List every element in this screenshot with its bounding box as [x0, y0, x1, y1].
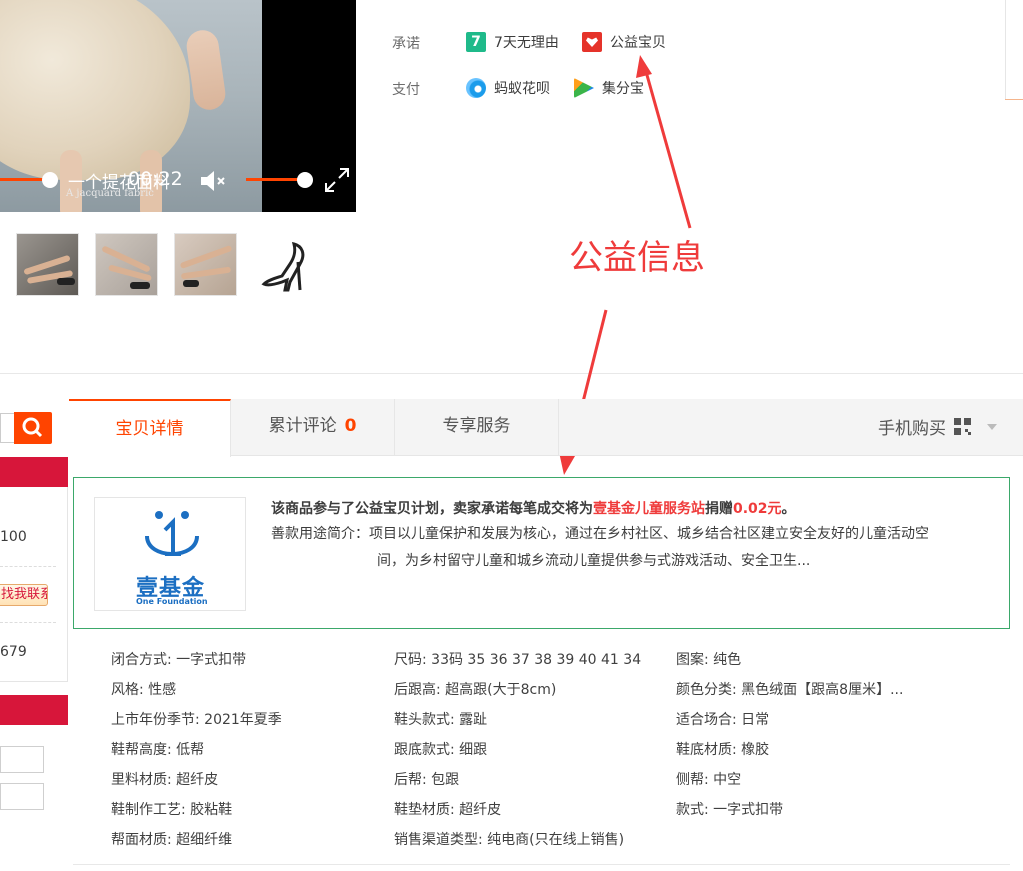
charity-statement: 该商品参与了公益宝贝计划，卖家承诺每笔成交将为壹基金儿童服务站捐赠0.02元。: [271, 498, 796, 518]
attributes-bottom-divider: [73, 864, 1010, 865]
qr-code-icon: [954, 418, 971, 435]
attribute-item: 闭合方式: 一字式扣带: [111, 652, 247, 668]
attribute-item: 后跟高: 超高跟(大于8cm): [394, 682, 557, 698]
payment-label: 支付: [392, 82, 420, 98]
thumbnail-2[interactable]: [95, 233, 158, 296]
huabei-badge[interactable]: 蚂蚁花呗: [466, 78, 550, 98]
smile-one-icon: [145, 511, 199, 556]
attribute-item: 侧帮: 中空: [676, 772, 742, 788]
shop-search-input[interactable]: [0, 413, 14, 443]
attribute-item: 尺码: 33码 35 36 37 38 39 40 41 34: [394, 652, 642, 668]
jifenbao-icon: [574, 78, 594, 98]
charity-description-line1: 善款用途简介：项目以儿童保护和发展为核心，通过在乡村社区、城乡结合社区建立安全友…: [271, 526, 929, 542]
shop-value-1: 100: [0, 529, 27, 545]
attribute-item: 里料材质: 超纤皮: [111, 772, 219, 788]
section-divider: [0, 373, 1023, 374]
attribute-item: 上市年份季节: 2021年夏季: [111, 712, 282, 728]
volume-handle[interactable]: [297, 172, 313, 188]
video-time: 00:22: [128, 168, 183, 190]
seven-days-text: 7天无理由: [494, 35, 559, 51]
thumbnail-1[interactable]: [16, 233, 79, 296]
review-count: 0: [344, 416, 357, 436]
attribute-item: 帮面材质: 超细纤维: [111, 832, 233, 848]
annotation-label: 公益信息: [569, 238, 705, 278]
thumbnail-3[interactable]: [174, 233, 237, 296]
charity-suffix: 。: [781, 501, 796, 517]
seven-days-badge[interactable]: 7 7天无理由: [466, 32, 559, 52]
price-min-input[interactable]: [0, 746, 44, 773]
product-video[interactable]: 一个提花面料 A jacquard fabric 00:22: [0, 0, 356, 212]
sidebar-divider: [0, 622, 56, 623]
thumbnail-4[interactable]: [253, 233, 316, 296]
tab-details[interactable]: 宝贝详情: [69, 399, 231, 457]
attribute-item: 适合场合: 日常: [676, 712, 770, 728]
charity-badge-text: 公益宝贝: [610, 35, 666, 51]
mobile-buy-button[interactable]: 手机购买: [878, 414, 997, 439]
charity-mid: 捐赠: [705, 501, 733, 517]
contact-button[interactable]: 找我联系: [0, 584, 48, 606]
tab-reviews-label: 累计评论: [268, 416, 337, 436]
charity-info-box: 壹基金 One Foundation 该商品参与了公益宝贝计划，卖家承诺每笔成交…: [73, 477, 1010, 629]
sidebar-header-1: [0, 457, 68, 487]
search-icon: [22, 417, 43, 438]
attribute-item: 鞋帮高度: 低帮: [111, 742, 205, 758]
attribute-item: 鞋垫材质: 超纤皮: [394, 802, 502, 818]
logo-text-en: One Foundation: [136, 597, 208, 606]
tab-services-label: 专享服务: [442, 416, 511, 436]
tab-details-label: 宝贝详情: [115, 419, 184, 439]
sidebar-divider: [0, 566, 56, 567]
shop-search-button[interactable]: [14, 412, 52, 444]
charity-heart-icon: [582, 32, 602, 52]
charity-description-line2: 间，为乡村留守儿童和城乡流动儿童提供参与式游戏活动、安全卫生...: [377, 553, 811, 569]
attribute-item: 鞋底材质: 橡胶: [676, 742, 770, 758]
one-foundation-logo: 壹基金 One Foundation: [94, 497, 246, 611]
fullscreen-icon[interactable]: [323, 166, 351, 194]
attribute-item: 风格: 性感: [111, 682, 177, 698]
shop-value-2: 679: [0, 644, 27, 660]
jifenbao-text: 集分宝: [602, 81, 644, 97]
attribute-item: 跟底款式: 细跟: [394, 742, 488, 758]
tab-services[interactable]: 专享服务: [395, 399, 559, 456]
seven-days-icon: 7: [466, 32, 486, 52]
attribute-item: 图案: 纯色: [676, 652, 742, 668]
arrow-up-icon: [636, 55, 692, 229]
charity-prefix: 该商品参与了公益宝贝计划，卖家承诺每笔成交将为: [271, 501, 593, 517]
charity-org-link[interactable]: 壹基金儿童服务站: [593, 501, 705, 517]
mute-icon[interactable]: [199, 168, 229, 194]
tab-reviews[interactable]: 累计评论 0: [231, 399, 395, 456]
attribute-item: 颜色分类: 黑色绒面【跟高8厘米】...: [676, 682, 904, 698]
charity-badge[interactable]: 公益宝贝: [582, 32, 666, 52]
attribute-item: 款式: 一字式扣带: [676, 802, 784, 818]
video-progress-handle[interactable]: [42, 172, 58, 188]
promise-label: 承诺: [392, 36, 420, 52]
jifenbao-badge[interactable]: 集分宝: [574, 78, 644, 98]
charity-amount: 0.02元: [733, 501, 782, 517]
huabei-text: 蚂蚁花呗: [494, 81, 550, 97]
mobile-buy-label: 手机购买: [878, 419, 946, 439]
attribute-item: 后帮: 包跟: [394, 772, 460, 788]
attribute-item: 销售渠道类型: 纯电商(只在线上销售): [394, 832, 625, 848]
attribute-item: 鞋制作工艺: 胶粘鞋: [111, 802, 233, 818]
chevron-down-icon: [987, 423, 997, 430]
sidebar-header-2: [0, 695, 68, 725]
panel-edge: [1005, 0, 1006, 100]
panel-edge-accent: [1005, 99, 1023, 100]
price-max-input[interactable]: [0, 783, 44, 810]
ant-huabei-icon: [466, 78, 486, 98]
attribute-item: 鞋头款式: 露趾: [394, 712, 488, 728]
